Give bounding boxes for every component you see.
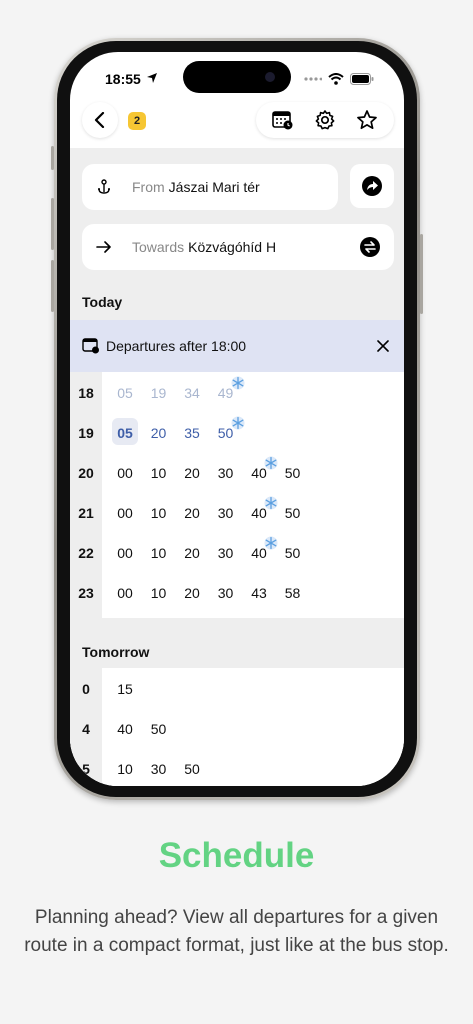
departure-minute[interactable]: 00 [112, 465, 138, 481]
from-stop-field[interactable]: From Jászai Mari tér [82, 164, 338, 210]
snowflake-icon [264, 536, 278, 550]
timetable-row: 5 10 30 50 [70, 750, 404, 786]
timetable-row: 20 00 10 20 30 40 50 [70, 454, 404, 494]
screen: 18:55 2 From Jászai Mari tér Towards Köz… [70, 52, 404, 786]
from-label: From [132, 179, 165, 195]
departure-minute[interactable]: 20 [179, 465, 205, 481]
departure-minute[interactable]: 10 [146, 545, 172, 561]
status-bar: 18:55 [70, 52, 404, 102]
anchor-icon [94, 179, 114, 195]
departure-minute[interactable]: 20 [146, 425, 172, 441]
marketing-description: Planning ahead? View all departures for … [24, 907, 449, 956]
hour-label: 19 [78, 425, 94, 441]
timetable-row: 22 00 10 20 30 40 50 [70, 534, 404, 574]
timetable-row: 0 15 [70, 670, 404, 710]
departure-minute[interactable]: 50 [146, 721, 172, 737]
back-button[interactable] [82, 102, 118, 138]
hour-label: 5 [82, 761, 90, 777]
towards-value: Közvágóhíd H [188, 239, 277, 255]
route-badge: 2 [128, 112, 146, 130]
tomorrow-title: Tomorrow [82, 644, 150, 660]
towards-stop-field[interactable]: Towards Közvágóhíd H [82, 224, 394, 270]
departure-minute[interactable]: 50 [179, 761, 205, 777]
towards-label: Towards [132, 239, 185, 255]
forward-arrow-icon [362, 176, 382, 196]
close-icon[interactable] [376, 339, 390, 353]
departure-minute[interactable]: 00 [112, 505, 138, 521]
departure-minute[interactable]: 10 [146, 505, 172, 521]
departure-minute[interactable]: 30 [213, 505, 239, 521]
mute-switch [51, 146, 54, 170]
departure-minute[interactable]: 30 [146, 761, 172, 777]
departure-minute[interactable]: 10 [146, 585, 172, 601]
dynamic-island [183, 61, 291, 93]
departure-minute[interactable]: 05 [112, 385, 138, 401]
hour-label: 4 [82, 721, 90, 737]
status-icons [304, 73, 374, 85]
departure-minute[interactable]: 50 [280, 465, 306, 481]
departure-minute[interactable]: 34 [179, 385, 205, 401]
battery-icon [350, 73, 374, 85]
snowflake-icon [231, 416, 244, 430]
departure-minute[interactable]: 19 [146, 385, 172, 401]
departure-minute[interactable]: 30 [213, 465, 239, 481]
departure-minute[interactable]: 35 [179, 425, 205, 441]
wifi-icon [328, 73, 344, 85]
hour-label: 21 [78, 505, 94, 521]
from-value: Jászai Mari tér [168, 179, 260, 195]
snowflake-icon [264, 456, 278, 470]
volume-down-button [51, 260, 54, 312]
star-icon[interactable] [356, 109, 378, 131]
show-route-button[interactable] [350, 164, 394, 208]
cellular-signal-icon [304, 77, 322, 81]
swap-direction-icon[interactable] [360, 237, 380, 257]
timetable-row: 21 00 10 20 30 40 50 [70, 494, 404, 534]
status-time: 18:55 [105, 71, 141, 87]
calendar-clock-icon [82, 338, 99, 354]
snowflake-icon [231, 376, 244, 390]
calendar-clock-icon[interactable] [272, 110, 294, 130]
departure-minute[interactable]: 20 [179, 545, 205, 561]
hour-label: 18 [78, 385, 94, 401]
today-title: Today [82, 294, 123, 310]
hour-label: 23 [78, 585, 94, 601]
hour-label: 0 [82, 681, 90, 697]
gear-icon[interactable] [314, 109, 336, 131]
marketing-headline: Schedule [158, 836, 315, 875]
departure-minute[interactable]: 00 [112, 585, 138, 601]
power-button [420, 234, 423, 314]
hour-label: 22 [78, 545, 94, 561]
departure-minute[interactable]: 50 [280, 505, 306, 521]
timetable-row: 18 05 19 34 49 [70, 374, 404, 414]
arrow-right-icon [94, 241, 114, 253]
chevron-left-icon [94, 112, 105, 128]
today-timetable: 18 05 19 34 49 19 05 20 35 50 20 00 10 20 30 40 50 21 00 10… [70, 372, 404, 618]
location-arrow-icon [147, 73, 157, 83]
departure-minute[interactable]: 20 [179, 505, 205, 521]
tomorrow-timetable: 0 15 4 40 50 5 10 30 50 [70, 668, 404, 786]
departure-minute[interactable]: 58 [280, 585, 306, 601]
departure-minute[interactable]: 43 [246, 585, 272, 601]
volume-up-button [51, 198, 54, 250]
timetable-row: 19 05 20 35 50 [70, 414, 404, 454]
top-bar: 2 [70, 102, 404, 148]
departure-minute[interactable]: 05 [112, 418, 138, 445]
timetable-row: 4 40 50 [70, 710, 404, 750]
departure-minute[interactable]: 20 [179, 585, 205, 601]
phone-frame: 18:55 2 From Jászai Mari tér Towards Köz… [51, 38, 423, 800]
departures-filter-banner: Departures after 18:00 [70, 320, 404, 372]
snowflake-icon [264, 496, 278, 510]
departure-minute[interactable]: 40 [112, 721, 138, 737]
hour-label: 20 [78, 465, 94, 481]
departure-minute[interactable]: 15 [112, 681, 138, 697]
departure-minute[interactable]: 30 [213, 545, 239, 561]
filter-text: Departures after 18:00 [106, 338, 247, 354]
departure-minute[interactable]: 50 [280, 545, 306, 561]
departure-minute[interactable]: 00 [112, 545, 138, 561]
toolbar-pill [256, 102, 394, 138]
timetable-row: 23 00 10 20 30 43 58 [70, 574, 404, 614]
departure-minute[interactable]: 10 [112, 761, 138, 777]
departure-minute[interactable]: 30 [213, 585, 239, 601]
departure-minute[interactable]: 10 [146, 465, 172, 481]
